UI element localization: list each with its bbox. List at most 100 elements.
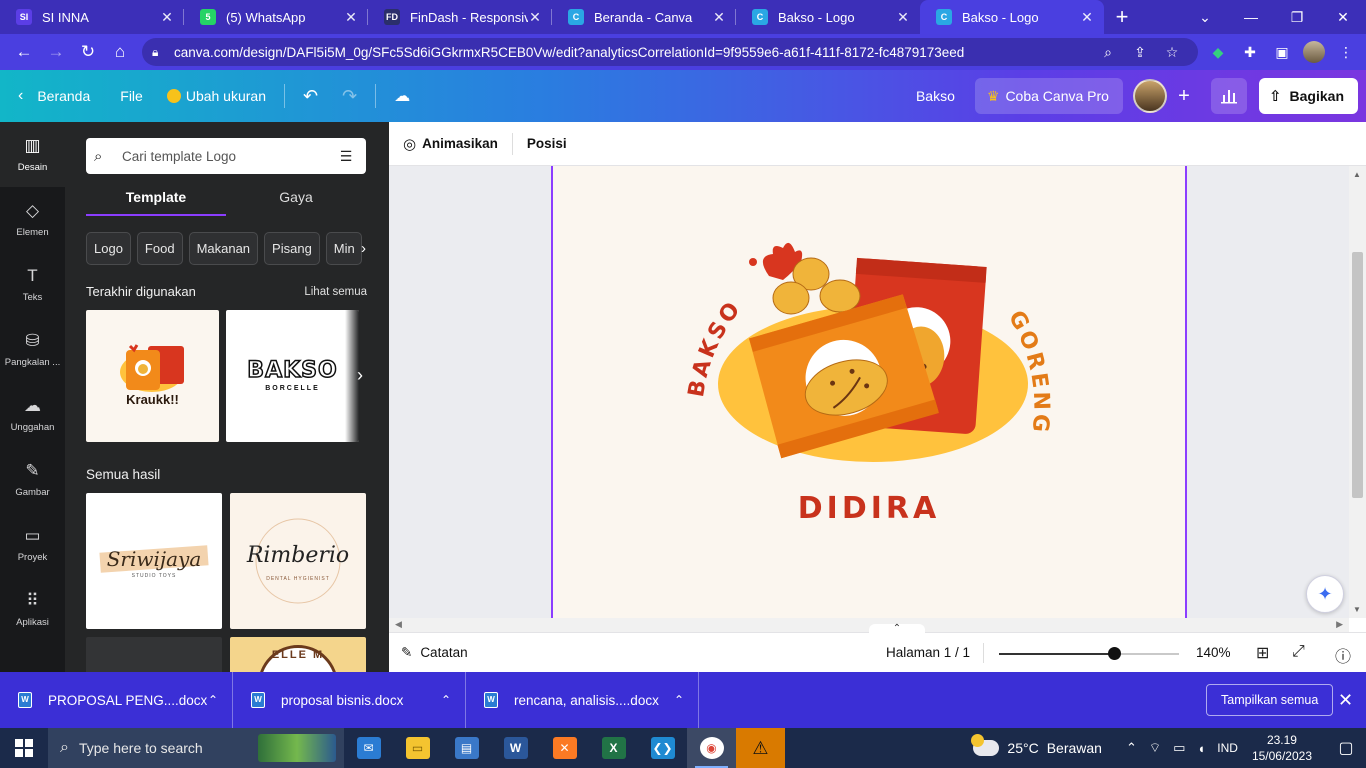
position-button[interactable]: Posisi bbox=[513, 136, 581, 151]
tab-search-icon[interactable]: ⌄ bbox=[1182, 0, 1228, 34]
chevron-up-icon[interactable]: ⌃ bbox=[1126, 740, 1137, 756]
share-button[interactable]: ⇧ Bagikan bbox=[1258, 78, 1358, 114]
extension-icon[interactable]: ◆ bbox=[1202, 38, 1234, 66]
network-icon[interactable]: ⌔ bbox=[1149, 740, 1161, 756]
scroll-down-icon[interactable]: ▼ bbox=[1353, 605, 1361, 614]
fullscreen-icon[interactable]: ⤢ bbox=[1292, 643, 1305, 661]
keyword-chip[interactable]: Makanan bbox=[188, 232, 259, 265]
home-link[interactable]: ‹ Beranda bbox=[0, 70, 102, 122]
rail-item-teks[interactable]: T Teks bbox=[0, 252, 65, 317]
design-name[interactable]: Bakso bbox=[916, 88, 955, 104]
profile-avatar[interactable] bbox=[1303, 41, 1325, 63]
zoom-slider-knob[interactable] bbox=[1108, 647, 1122, 660]
url-field[interactable]: 🔒︎ canva.com/design/DAFl5i5M_0g/SFc5Sd6i… bbox=[142, 38, 1198, 66]
extensions-puzzle-icon[interactable]: ✚ bbox=[1234, 38, 1266, 66]
browser-tab[interactable]: FD FinDash - Responsive ✕ bbox=[368, 0, 552, 34]
zoom-icon[interactable]: ⌕ bbox=[1092, 44, 1124, 61]
file-explorer-app[interactable]: ▭ bbox=[393, 728, 442, 768]
keyword-chip[interactable]: Min bbox=[325, 232, 362, 265]
rail-item-pangkalan[interactable]: ⛁ Pangkalan ... bbox=[0, 317, 65, 382]
home-button[interactable]: ⌂ bbox=[104, 36, 136, 68]
keyword-chip[interactable]: Pisang bbox=[264, 232, 320, 265]
search-input[interactable]: Cari template Logo bbox=[122, 149, 334, 164]
recent-template-1[interactable]: Kraukk!! bbox=[86, 310, 219, 442]
filter-icon[interactable]: ☰ bbox=[334, 148, 358, 165]
start-button[interactable] bbox=[0, 728, 48, 768]
browser-tab[interactable]: 5 (5) WhatsApp ✕ bbox=[184, 0, 368, 34]
scroll-up-icon[interactable]: ▲ bbox=[1353, 170, 1361, 179]
close-icon[interactable]: ✕ bbox=[1338, 690, 1353, 711]
rail-item-desain[interactable]: ▥ Desain bbox=[0, 122, 65, 187]
taskbar-search[interactable]: ⌕ Type here to search bbox=[48, 728, 344, 768]
share-page-icon[interactable]: ⇪ bbox=[1124, 44, 1156, 61]
close-tab-icon[interactable]: ✕ bbox=[1080, 9, 1094, 26]
mail-app[interactable]: ✉ bbox=[344, 728, 393, 768]
undo-button[interactable]: ↶ bbox=[291, 70, 330, 122]
try-pro-button[interactable]: ♛ Coba Canva Pro bbox=[974, 78, 1123, 114]
keyword-chip[interactable]: Food bbox=[136, 232, 183, 265]
download-item[interactable]: W PROPOSAL PENG....docx ⌃ bbox=[0, 672, 233, 728]
cloud-saved-icon[interactable]: ☁ bbox=[382, 70, 422, 122]
vertical-scrollbar[interactable]: ▲ ▼ bbox=[1349, 166, 1366, 618]
browser-tab[interactable]: C Beranda - Canva ✕ bbox=[552, 0, 736, 34]
language-indicator[interactable]: IND bbox=[1217, 741, 1238, 755]
close-tab-icon[interactable]: ✕ bbox=[712, 9, 726, 26]
rail-item-unggahan[interactable]: ☁ Unggahan bbox=[0, 382, 65, 447]
download-item[interactable]: Wrencana, analisis....docx ⌃ bbox=[466, 672, 699, 728]
word-app[interactable]: W bbox=[491, 728, 540, 768]
magic-assistant-button[interactable]: ✦ bbox=[1306, 575, 1344, 613]
rail-item-elemen[interactable]: ◇ Elemen bbox=[0, 187, 65, 252]
result-template-2[interactable]: Rimberio DENTAL HYGIENIST bbox=[230, 493, 366, 629]
weather-widget[interactable]: 25°C Berawan bbox=[971, 734, 1102, 756]
reload-button[interactable]: ↻ bbox=[72, 36, 104, 68]
show-all-downloads[interactable]: Tampilkan semua bbox=[1206, 684, 1334, 716]
battery-icon[interactable]: ▭ bbox=[1173, 740, 1185, 756]
grid-view-icon[interactable]: ⊞ bbox=[1256, 643, 1269, 663]
xampp-app[interactable]: ✕ bbox=[540, 728, 589, 768]
help-icon[interactable]: ⓘ bbox=[1335, 643, 1351, 667]
chevron-up-icon[interactable]: ⌃ bbox=[674, 693, 684, 707]
volume-icon[interactable]: ◖ bbox=[1197, 741, 1205, 756]
chevron-up-icon[interactable]: ⌃ bbox=[869, 624, 925, 634]
download-item[interactable]: Wproposal bisnis.docx ⌃ bbox=[233, 672, 466, 728]
chevron-right-icon[interactable]: › bbox=[361, 240, 366, 257]
close-tab-icon[interactable]: ✕ bbox=[896, 9, 910, 26]
tab-style[interactable]: Gaya bbox=[226, 182, 366, 216]
close-window-button[interactable]: ✕ bbox=[1320, 0, 1366, 34]
close-tab-icon[interactable]: ✕ bbox=[344, 9, 358, 26]
page-indicator[interactable]: Halaman 1 / 1 bbox=[886, 645, 970, 660]
file-menu[interactable]: File bbox=[102, 70, 155, 122]
xampp-control-app[interactable]: ▤ bbox=[442, 728, 491, 768]
scroll-right-icon[interactable]: ▶ bbox=[1336, 619, 1343, 630]
clock[interactable]: 23.19 15/06/2023 bbox=[1252, 732, 1312, 764]
new-tab-button[interactable]: + bbox=[1104, 0, 1140, 34]
recent-template-2[interactable]: BAKSO BORCELLE bbox=[226, 310, 359, 442]
result-template-3[interactable] bbox=[86, 637, 222, 672]
close-tab-icon[interactable]: ✕ bbox=[160, 9, 174, 26]
notes-button[interactable]: ✎ Catatan bbox=[389, 645, 468, 661]
template-search[interactable]: ⌕ Cari template Logo ☰ bbox=[86, 138, 366, 174]
browser-menu-icon[interactable]: ⋮ bbox=[1330, 38, 1362, 66]
chevron-up-icon[interactable]: ⌃ bbox=[441, 693, 451, 707]
resize-button[interactable]: Ubah ukuran bbox=[155, 70, 278, 122]
add-collaborator-button[interactable]: + bbox=[1171, 83, 1197, 109]
chrome-app[interactable]: ◉ bbox=[687, 728, 736, 768]
tab-template[interactable]: Template bbox=[86, 182, 226, 216]
result-template-1[interactable]: Sriwijaya STUDIO TOYS bbox=[86, 493, 222, 629]
close-tab-icon[interactable]: ✕ bbox=[528, 9, 542, 26]
maximize-button[interactable]: ❐ bbox=[1274, 0, 1320, 34]
zoom-slider[interactable] bbox=[999, 647, 1179, 660]
chevron-up-icon[interactable]: ⌃ bbox=[208, 693, 218, 707]
excel-app[interactable]: X bbox=[589, 728, 638, 768]
animate-button[interactable]: ◎ Animasikan bbox=[389, 135, 512, 153]
see-all-link[interactable]: Lihat semua bbox=[304, 286, 367, 298]
rail-item-aplikasi[interactable]: ⠿ Aplikasi bbox=[0, 577, 65, 642]
design-page[interactable]: BAKSO GORENG DIDIRA bbox=[551, 166, 1187, 618]
bookmark-star-icon[interactable]: ☆ bbox=[1156, 44, 1188, 61]
forward-button[interactable]: → bbox=[40, 36, 72, 68]
chevron-right-icon[interactable]: › bbox=[357, 365, 363, 386]
browser-tab[interactable]: C Bakso - Logo ✕ bbox=[920, 0, 1104, 34]
scroll-left-icon[interactable]: ◀ bbox=[395, 619, 402, 630]
zoom-value[interactable]: 140% bbox=[1196, 645, 1231, 660]
rail-item-gambar[interactable]: ✎ Gambar bbox=[0, 447, 65, 512]
